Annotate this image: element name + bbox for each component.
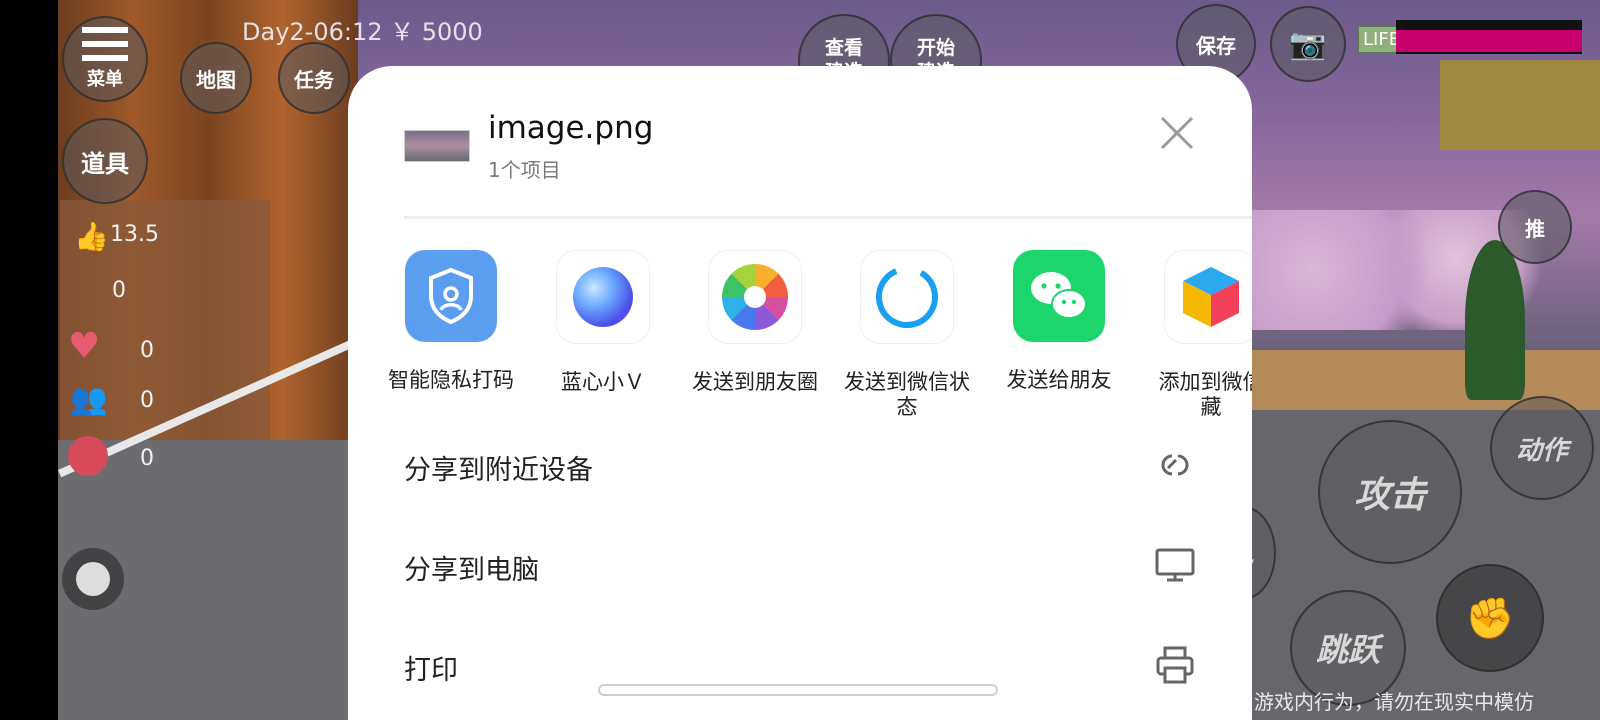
share-app-send-friend[interactable]: 发送给朋友 (983, 250, 1135, 393)
close-button[interactable] (1158, 114, 1196, 152)
share-app-label: 发送到朋友圈 (692, 370, 818, 394)
stat2-value: 0 (112, 278, 126, 303)
camera-button[interactable]: 📷 (1270, 6, 1346, 82)
punch-button[interactable]: ✊ (1436, 564, 1544, 672)
share-sheet: image.png 1个项目 智能隐私打码 蓝心小Ｖ 发送到朋友圈 发送到微信状… (348, 66, 1252, 720)
image-thumbnail (404, 130, 470, 162)
cypress-tree (1465, 240, 1525, 400)
attack-button[interactable]: 攻击 (1318, 420, 1462, 564)
share-app-row: 智能隐私打码 蓝心小Ｖ 发送到朋友圈 发送到微信状 态 发送给朋友 添加到微 藏 (348, 250, 1252, 440)
angry-value: 0 (140, 446, 154, 471)
save-label: 保存 (1196, 33, 1236, 58)
life-bar-fill (1396, 30, 1582, 52)
share-computer-row[interactable]: 分享到电脑 (404, 530, 1196, 600)
file-name: image.png (488, 110, 654, 146)
share-app-label: 发送给朋友 (1006, 368, 1112, 392)
share-nearby-label: 分享到附近设备 (404, 455, 593, 486)
task-button[interactable]: 任务 (278, 42, 350, 114)
friends-icon: 👥 (70, 382, 108, 417)
home-indicator-bar[interactable] (598, 684, 998, 696)
share-app-label: 智能隐私打码 (388, 368, 514, 392)
share-app-label: 发送到微信状 态 (844, 370, 970, 419)
share-app-wechat-favorites[interactable]: 添加到微信 藏 (1135, 250, 1252, 420)
push-button[interactable]: 推 (1498, 190, 1572, 264)
items-button[interactable]: 道具 (62, 118, 148, 204)
joystick-knob (76, 562, 110, 596)
close-icon (1160, 116, 1194, 150)
map-button[interactable]: 地图 (180, 42, 252, 114)
angry-face-icon (68, 436, 108, 476)
wechat-favorites-icon (1164, 250, 1252, 344)
privacy-shield-icon (405, 250, 497, 342)
left-black-bar (0, 0, 58, 720)
menu-label: 菜单 (87, 69, 123, 90)
wechat-icon (1013, 250, 1105, 342)
action-label: 动作 (1515, 435, 1568, 466)
friends-value: 0 (140, 388, 154, 413)
printer-icon (1156, 646, 1194, 684)
action-button[interactable]: 动作 (1490, 396, 1594, 500)
attack-label: 攻击 (1353, 475, 1426, 516)
jump-label: 跳跃 (1315, 631, 1380, 669)
heart-value: 0 (140, 338, 154, 363)
like-value: 13.5 (110, 222, 159, 247)
bluecore-v-icon (556, 250, 650, 344)
file-count: 1个项目 (488, 158, 561, 182)
camera-icon: 📷 (1289, 26, 1327, 62)
print-label: 打印 (404, 655, 458, 686)
task-label: 任务 (294, 67, 334, 92)
nearby-share-icon (1161, 454, 1189, 476)
fist-icon: ✊ (1465, 595, 1515, 642)
thumbs-up-icon: 👍 (74, 220, 109, 253)
share-app-bluecore-v[interactable]: 蓝心小Ｖ (527, 250, 679, 395)
life-bar (1396, 20, 1582, 54)
building-roof (1440, 60, 1600, 150)
hamburger-icon (82, 27, 128, 61)
map-label: 地图 (196, 67, 236, 92)
items-label: 道具 (81, 149, 129, 178)
share-app-label: 添加到微信 藏 (1158, 370, 1253, 419)
share-app-wechat-status[interactable]: 发送到微信状 态 (831, 250, 983, 420)
menu-button[interactable]: 菜单 (62, 16, 148, 102)
monitor-icon (1155, 548, 1195, 582)
share-nearby-row[interactable]: 分享到附近设备 (404, 430, 1196, 500)
time-money-display: Day2-06:12 ￥ 5000 (242, 18, 483, 46)
disclaimer-text: 游戏内行为，请勿在现实中模仿 (1254, 690, 1534, 714)
heart-icon: ♥ (68, 326, 101, 367)
share-app-privacy-mask[interactable]: 智能隐私打码 (375, 250, 527, 393)
moments-aperture-icon (708, 250, 802, 344)
push-label: 推 (1525, 216, 1545, 241)
joystick[interactable] (62, 548, 124, 610)
share-app-label: 蓝心小Ｖ (561, 370, 645, 394)
wechat-status-icon (860, 250, 954, 344)
header-divider (404, 216, 1252, 219)
share-app-moments[interactable]: 发送到朋友圈 (679, 250, 831, 395)
share-computer-label: 分享到电脑 (404, 555, 539, 586)
